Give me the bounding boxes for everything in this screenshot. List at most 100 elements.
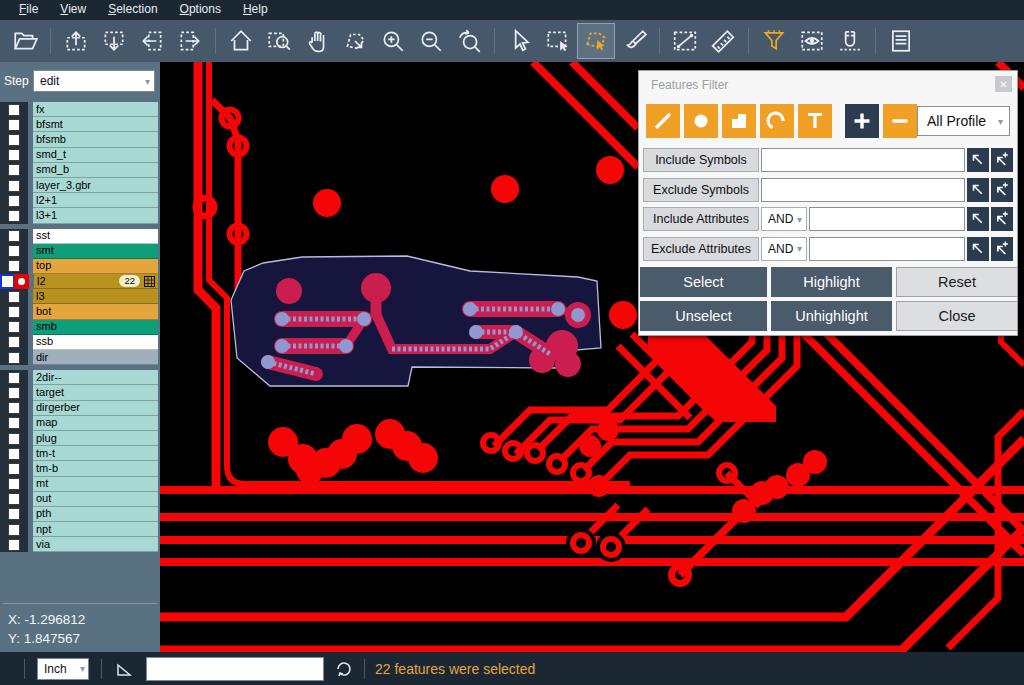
filter-row-label[interactable]: Exclude Attributes [643, 237, 759, 261]
pick-arrow-button[interactable] [967, 178, 989, 202]
layer-checkbox[interactable] [0, 117, 28, 132]
layer-row-out[interactable]: out [0, 492, 160, 507]
layer-row-smb[interactable]: smb [0, 320, 160, 335]
step-select[interactable]: edit▾ [33, 70, 155, 92]
pick-arrow-button[interactable] [967, 207, 989, 231]
filter-input[interactable] [809, 237, 965, 261]
pick-arrow-plus-button[interactable] [991, 237, 1013, 261]
layer-checkbox[interactable] [0, 335, 28, 350]
layer-checkbox[interactable] [0, 370, 28, 385]
move-up-button[interactable] [57, 23, 95, 59]
layer-row-smd_b[interactable]: smd_b [0, 163, 160, 178]
layer-row-dirgerber[interactable]: dirgerber [0, 401, 160, 416]
layer-row-npt[interactable]: npt [0, 522, 160, 537]
layer-checkbox[interactable] [0, 304, 28, 319]
layer-checkbox[interactable] [0, 208, 28, 223]
layer-row-map[interactable]: map [0, 416, 160, 431]
menu-help[interactable]: Help [232, 2, 279, 18]
layer-row-bot[interactable]: bot [0, 304, 160, 319]
filter-input[interactable] [809, 207, 965, 231]
pick-arrow-plus-button[interactable] [991, 178, 1013, 202]
clean-brush-button[interactable] [615, 23, 653, 59]
layer-row-bfsmb[interactable]: bfsmb [0, 132, 160, 147]
layer-checkbox[interactable] [0, 148, 28, 163]
feature-surface-button[interactable] [722, 104, 756, 138]
feature-pad-button[interactable] [684, 104, 718, 138]
layer-row-fx[interactable]: fx [0, 102, 160, 117]
pick-arrow-button[interactable] [967, 148, 989, 172]
measure-ruler-button[interactable] [704, 23, 742, 59]
mode-plus-button[interactable] [845, 104, 879, 138]
zoom-polygon-button[interactable] [336, 23, 374, 59]
layer-row-via[interactable]: via [0, 537, 160, 552]
layers-panel-button[interactable] [882, 23, 920, 59]
pick-arrow-plus-button[interactable] [991, 148, 1013, 172]
menu-view[interactable]: View [49, 2, 97, 18]
layer-row-2dir--[interactable]: 2dir-- [0, 370, 160, 385]
unit-select[interactable]: Inch▾ [37, 658, 89, 680]
unhighlight-button[interactable]: Unhighlight [771, 301, 892, 331]
menu-file[interactable]: File [8, 2, 49, 18]
layer-checkbox[interactable] [0, 274, 14, 289]
highlight-button[interactable]: Highlight [771, 267, 892, 297]
layer-checkbox[interactable] [0, 537, 28, 552]
filter-row-label[interactable]: Include Attributes [643, 207, 759, 231]
unselect-button[interactable]: Unselect [640, 301, 767, 331]
layer-row-pth[interactable]: pth [0, 507, 160, 522]
measure-distance-button[interactable] [666, 23, 704, 59]
layer-checkbox[interactable] [0, 178, 28, 193]
feature-line-button[interactable] [646, 104, 680, 138]
move-left-button[interactable] [133, 23, 171, 59]
layer-checkbox[interactable] [0, 507, 28, 522]
layer-checkbox[interactable] [0, 401, 28, 416]
filter-row-label[interactable]: Include Symbols [643, 148, 759, 172]
sync-icon[interactable] [334, 659, 354, 679]
select-cursor-button[interactable] [501, 23, 539, 59]
layer-row-l2+1[interactable]: l2+1 [0, 193, 160, 208]
pick-arrow-button[interactable] [967, 237, 989, 261]
layer-checkbox[interactable] [0, 259, 28, 274]
zoom-previous-button[interactable] [450, 23, 488, 59]
layer-checkbox[interactable] [0, 289, 28, 304]
layer-row-smt[interactable]: smt [0, 244, 160, 259]
layer-checkbox[interactable] [0, 446, 28, 461]
layer-checkbox[interactable] [0, 350, 28, 365]
layer-checkbox[interactable] [0, 416, 28, 431]
layer-row-l3[interactable]: l3 [0, 289, 160, 304]
move-right-button[interactable] [171, 23, 209, 59]
pick-arrow-plus-button[interactable] [991, 207, 1013, 231]
feature-arc-button[interactable] [760, 104, 794, 138]
profile-select[interactable]: All Profile▾ [917, 106, 1010, 136]
select-button[interactable]: Select [640, 267, 767, 297]
layer-checkbox[interactable] [0, 385, 28, 400]
feature-text-button[interactable] [798, 104, 832, 138]
layer-row-l3+1[interactable]: l3+1 [0, 208, 160, 223]
zoom-in-button[interactable] [374, 23, 412, 59]
layer-checkbox[interactable] [0, 320, 28, 335]
close-button[interactable]: Close [896, 301, 1018, 331]
layer-row-tm-b[interactable]: tm-b [0, 461, 160, 476]
features-filter-button[interactable] [755, 23, 793, 59]
layer-checkbox[interactable] [0, 163, 28, 178]
layer-row-ssb[interactable]: ssb [0, 335, 160, 350]
layer-checkbox[interactable] [0, 461, 28, 476]
filter-input[interactable] [761, 178, 965, 202]
layer-row-top[interactable]: top [0, 259, 160, 274]
layer-checkbox[interactable] [0, 193, 28, 208]
layer-row-smd_t[interactable]: smd_t [0, 148, 160, 163]
zoom-window-button[interactable] [260, 23, 298, 59]
pan-hand-button[interactable] [298, 23, 336, 59]
layer-row-layer_3.gbr[interactable]: layer_3.gbr [0, 178, 160, 193]
angle-icon[interactable] [114, 659, 134, 679]
layer-checkbox[interactable] [0, 477, 28, 492]
layer-row-sst[interactable]: sst [0, 229, 160, 244]
select-rectangle-button[interactable] [539, 23, 577, 59]
menu-selection[interactable]: Selection [97, 2, 168, 18]
layer-row-dir[interactable]: dir [0, 350, 160, 365]
layer-row-bfsmt[interactable]: bfsmt [0, 117, 160, 132]
layer-checkbox[interactable] [0, 229, 28, 244]
zoom-out-button[interactable] [412, 23, 450, 59]
home-view-button[interactable] [222, 23, 260, 59]
layer-row-tm-t[interactable]: tm-t [0, 446, 160, 461]
close-icon[interactable]: ✕ [995, 76, 1012, 92]
